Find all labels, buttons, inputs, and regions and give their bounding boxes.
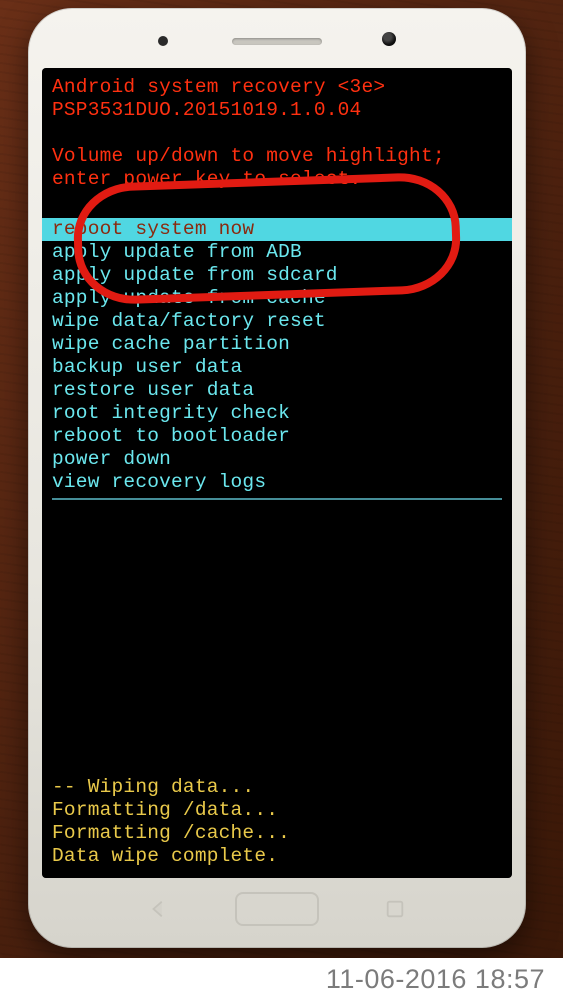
recovery-title: Android system recovery <3e>: [52, 76, 502, 99]
menu-item-reboot-system[interactable]: reboot system now: [42, 218, 512, 241]
earpiece: [232, 38, 322, 45]
blank-line: [52, 122, 502, 145]
menu-item-reboot-bootldr[interactable]: reboot to bootloader: [52, 425, 502, 448]
log-line: Formatting /cache...: [52, 822, 502, 845]
blank-line: [52, 191, 502, 214]
menu-item-backup-user[interactable]: backup user data: [52, 356, 502, 379]
sensor-dot: [158, 36, 168, 46]
recovery-menu[interactable]: reboot system now apply update from ADB …: [52, 218, 502, 500]
instruction-line-1: Volume up/down to move highlight;: [52, 145, 502, 168]
timestamp-text: 11-06-2016 18:57: [326, 964, 545, 995]
log-line: Data wipe complete.: [52, 845, 502, 868]
recovery-log: -- Wiping data... Formatting /data... Fo…: [52, 776, 502, 868]
log-line: Formatting /data...: [52, 799, 502, 822]
recovery-build: PSP3531DUO.20151019.1.0.04: [52, 99, 502, 122]
recovery-screen: Android system recovery <3e> PSP3531DUO.…: [42, 68, 512, 878]
menu-item-root-check[interactable]: root integrity check: [52, 402, 502, 425]
menu-item-view-logs[interactable]: view recovery logs: [52, 471, 502, 494]
menu-item-apply-sdcard[interactable]: apply update from sdcard: [52, 264, 502, 287]
menu-item-apply-adb[interactable]: apply update from ADB: [52, 241, 502, 264]
recent-apps-icon: [384, 898, 406, 920]
photo-timestamp: 11-06-2016 18:57: [0, 958, 563, 1000]
menu-item-restore-user[interactable]: restore user data: [52, 379, 502, 402]
menu-item-wipe-data[interactable]: wipe data/factory reset: [52, 310, 502, 333]
back-icon: [148, 898, 170, 920]
log-line: -- Wiping data...: [52, 776, 502, 799]
home-button: [235, 892, 319, 926]
menu-item-power-down[interactable]: power down: [52, 448, 502, 471]
front-camera: [382, 32, 396, 46]
menu-item-wipe-cache[interactable]: wipe cache partition: [52, 333, 502, 356]
menu-item-apply-cache[interactable]: apply update from cache: [52, 287, 502, 310]
phone-frame: Android system recovery <3e> PSP3531DUO.…: [28, 8, 526, 948]
instruction-line-2: enter power key to select.: [52, 168, 502, 191]
